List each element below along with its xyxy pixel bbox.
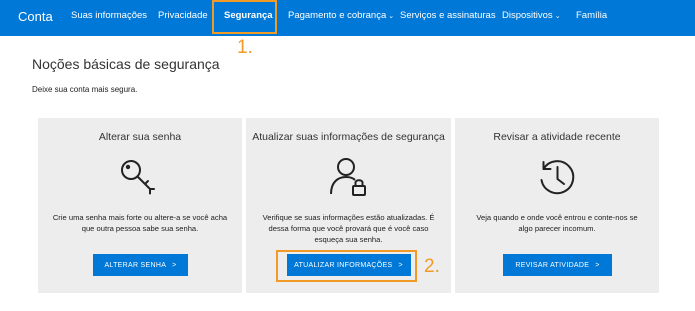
page-title: Noções básicas de segurança — [32, 56, 220, 72]
nav-item-label: Dispositivos — [502, 10, 553, 21]
nav-item-familia[interactable]: Família — [576, 10, 607, 21]
user-lock-icon — [329, 158, 366, 196]
chevron-down-icon: ⌄ — [388, 13, 395, 20]
button-label: REVISAR ATIVIDADE — [515, 261, 590, 269]
highlight-box-seguranca — [212, 0, 277, 34]
alterar-senha-button[interactable]: ALTERAR SENHA > — [93, 254, 188, 276]
nav-item-suas-informacoes[interactable]: Suas informações — [71, 10, 147, 21]
history-clock-icon — [540, 160, 575, 195]
card-description: Verifique se suas informações estão atua… — [262, 213, 435, 244]
chevron-right-icon: > — [595, 261, 600, 269]
nav-item-label: Família — [576, 10, 608, 21]
nav-item-pagamento-e-cobranca[interactable]: Pagamento e cobrança ⌄ — [288, 10, 394, 21]
key-icon — [121, 160, 155, 195]
page-subtitle: Deixe sua conta mais segura. — [32, 85, 138, 94]
nav-item-label: Suas informações — [71, 10, 148, 21]
card-title: Revisar a atividade recente — [493, 131, 621, 143]
button-label: ALTERAR SENHA — [104, 261, 167, 269]
card-alterar-senha: Alterar sua senha Crie uma senha mais fo… — [38, 118, 242, 293]
card-title: Atualizar suas informações de segurança — [252, 131, 445, 143]
chevron-right-icon: > — [172, 261, 177, 269]
chevron-down-icon: ⌄ — [554, 13, 561, 20]
brand-title[interactable]: Conta — [18, 9, 53, 24]
step-2-label: 2. — [424, 256, 440, 277]
revisar-atividade-button[interactable]: REVISAR ATIVIDADE > — [503, 254, 612, 276]
card-description: Crie uma senha mais forte ou altere-a se… — [52, 213, 228, 233]
nav-item-servicos-e-assinaturas[interactable]: Serviços e assinaturas — [400, 10, 496, 21]
top-nav-bar: Conta Suas informações Privacidade Segur… — [0, 0, 695, 36]
card-description: Veja quando e onde você entrou e conte-n… — [476, 213, 638, 233]
highlight-box-atualizar — [276, 250, 417, 282]
nav-item-label: Privacidade — [158, 10, 208, 21]
nav-item-dispositivos[interactable]: Dispositivos ⌄ — [502, 10, 561, 21]
step-1-label: 1. — [237, 37, 253, 58]
card-title: Alterar sua senha — [98, 131, 182, 143]
nav-item-privacidade[interactable]: Privacidade — [158, 10, 208, 21]
nav-item-label: Pagamento e cobrança — [288, 10, 387, 21]
nav-item-label: Serviços e assinaturas — [400, 10, 496, 21]
card-revisar-atividade: Revisar a atividade recente Veja quando … — [455, 118, 659, 293]
